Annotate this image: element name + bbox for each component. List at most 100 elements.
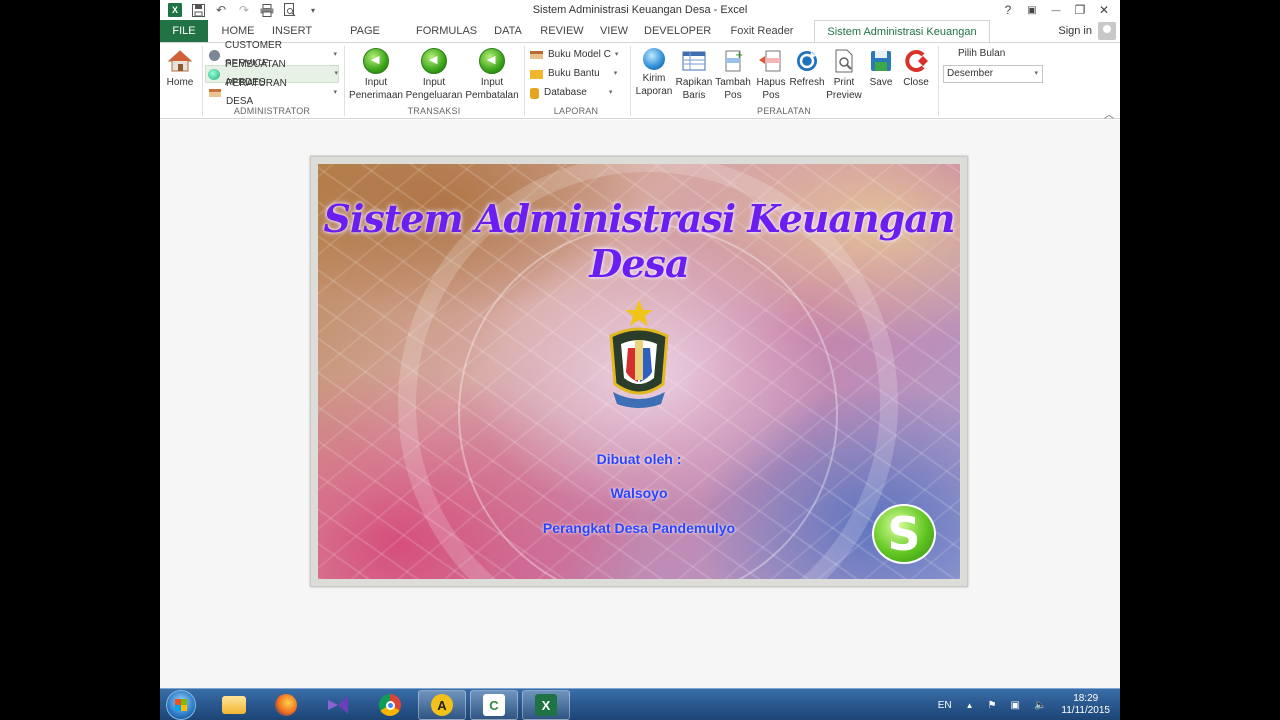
print-preview-button[interactable]: Print Preview <box>825 46 863 102</box>
taskbar-app-explorer[interactable] <box>210 690 258 720</box>
tab-sistem-administrasi-keuangan-desa[interactable]: Sistem Administrasi Keuangan Desa <box>814 20 990 60</box>
sign-in-link[interactable]: Sign in <box>1058 25 1092 37</box>
hapus-pos-line2: Pos <box>762 90 780 101</box>
hapus-pos-line1: Hapus <box>756 77 786 88</box>
restore-button[interactable]: ❐ <box>1068 2 1092 18</box>
buku-bantu-label: Buku Bantu <box>548 68 600 79</box>
language-indicator[interactable]: EN <box>938 700 952 711</box>
regional-emblem-icon <box>609 300 669 408</box>
kirim-laporan-button[interactable]: Kirim Laporan <box>634 46 674 98</box>
buku-model-c-button[interactable]: Buku Model C ▾ <box>530 46 624 64</box>
input-pengeluaran-button[interactable]: Input Pengeluaran <box>405 46 463 102</box>
group-separator <box>524 46 525 116</box>
start-button[interactable] <box>166 690 196 720</box>
taskbar-app-visual-studio[interactable] <box>314 690 362 720</box>
clock[interactable]: 18:29 11/11/2015 <box>1061 693 1110 717</box>
collapse-ribbon-icon[interactable]: ︿ <box>1104 106 1114 121</box>
splash-frame: Sistem Administrasi Keuangan Desa Dibuat… <box>310 156 968 587</box>
show-hidden-icons-icon[interactable]: ▲ <box>966 701 974 710</box>
refresh-label: Refresh <box>789 77 825 88</box>
close-label: Close <box>903 77 929 88</box>
input-pembatalan-line2: Pembatalan <box>465 90 519 101</box>
tab-data[interactable]: DATA <box>490 20 526 42</box>
taskbar-app-chrome[interactable] <box>366 690 414 720</box>
tab-foxit-reader-pdf[interactable]: Foxit Reader PDF <box>720 20 804 59</box>
ribbon-display-options-button[interactable]: ▣ <box>1020 2 1044 18</box>
rapikan-baris-line1: Rapikan <box>675 77 713 88</box>
save-button[interactable]: Save <box>865 46 897 89</box>
green-arrow-icon <box>479 48 505 74</box>
clock-time: 18:29 <box>1073 693 1099 704</box>
title-bar: X ↶ ↷ ▾ Sistem Administrasi Keuangan Des… <box>160 0 1120 20</box>
delete-row-icon <box>759 50 781 72</box>
chrome-icon <box>379 694 401 716</box>
taskbar-app-excel[interactable]: X <box>522 690 570 720</box>
group-label-transaksi: TRANSAKSI <box>407 106 461 116</box>
credit-author: Walsoyo <box>610 485 668 501</box>
tab-formulas[interactable]: FORMULAS <box>416 20 477 42</box>
input-pembatalan-button[interactable]: Input Pembatalan <box>464 46 520 102</box>
window-controls: ? ▣ — ❐ ✕ <box>996 2 1116 18</box>
volume-icon[interactable]: 🔈 <box>1034 700 1046 711</box>
taskbar-app-camtasia[interactable]: C <box>470 690 518 720</box>
database-label: Database <box>544 87 587 98</box>
group-label-administrator: ADMINISTRATOR <box>233 106 311 116</box>
database-icon <box>530 87 539 99</box>
tab-view[interactable]: VIEW <box>598 20 630 42</box>
tab-page-layout[interactable]: PAGE LAYOUT <box>328 20 402 59</box>
database-button[interactable]: Database ▾ <box>530 84 624 102</box>
green-arrow-icon <box>363 48 389 74</box>
group-label-laporan: LAPORAN <box>553 106 599 116</box>
tambah-pos-line2: Pos <box>724 90 742 101</box>
input-penerimaan-button[interactable]: Input Penerimaan <box>348 46 404 102</box>
close-button[interactable]: Close <box>899 46 933 89</box>
skype-icon[interactable]: S <box>872 504 936 564</box>
chevron-down-icon: ▾ <box>334 70 339 77</box>
splash-title: Sistem Administrasi Keuangan Desa <box>323 196 956 286</box>
folder-icon <box>222 696 246 714</box>
month-select[interactable]: Desember ▾ <box>943 65 1043 83</box>
taskbar-app-firefox[interactable] <box>262 690 310 720</box>
table-rows-icon <box>682 51 706 71</box>
minimize-button[interactable]: — <box>1044 2 1068 18</box>
green-arrow-icon <box>421 48 447 74</box>
user-avatar-icon[interactable] <box>1098 22 1116 40</box>
floppy-disk-icon <box>871 51 891 71</box>
splash-image[interactable]: Sistem Administrasi Keuangan Desa Dibuat… <box>318 164 960 579</box>
save-label: Save <box>869 77 893 88</box>
tab-review[interactable]: REVIEW <box>540 20 584 42</box>
firefox-icon <box>275 694 297 716</box>
input-penerimaan-line1: Input <box>364 77 388 88</box>
help-button[interactable]: ? <box>996 2 1020 18</box>
print-preview-icon <box>835 49 853 73</box>
chevron-down-icon: ▾ <box>333 89 337 96</box>
chevron-down-icon: ▾ <box>614 51 619 58</box>
tambah-pos-button[interactable]: + Tambah Pos <box>714 46 752 102</box>
input-pengeluaran-line1: Input <box>422 77 446 88</box>
peraturan-desa-button[interactable]: PERATURAN DESA ▾ <box>207 78 337 107</box>
taskbar-app-a[interactable]: A <box>418 690 466 720</box>
month-label: Pilih Bulan <box>958 48 1006 59</box>
app-a-icon: A <box>431 694 453 716</box>
network-icon[interactable]: ▣ <box>1011 700 1020 711</box>
home-button[interactable]: Home <box>164 46 196 89</box>
refresh-button[interactable]: Refresh <box>789 46 825 89</box>
windows-taskbar: A C X EN ▲ ⚑ ▣ 🔈 18:29 11/11/2015 <box>160 688 1120 720</box>
group-label-peralatan: PERALATAN <box>757 106 811 116</box>
buku-bantu-button[interactable]: Buku Bantu ▾ <box>530 65 624 83</box>
group-separator <box>938 46 939 116</box>
tab-file[interactable]: FILE <box>160 20 208 42</box>
exit-icon <box>905 50 928 72</box>
credit-label: Dibuat oleh : <box>596 451 682 467</box>
visual-studio-icon <box>328 696 348 714</box>
action-center-flag-icon[interactable]: ⚑ <box>988 700 997 711</box>
rapikan-baris-button[interactable]: Rapikan Baris <box>674 46 714 102</box>
hapus-pos-button[interactable]: Hapus Pos <box>753 46 789 102</box>
globe-send-icon <box>643 48 665 70</box>
group-separator <box>344 46 345 116</box>
chevron-down-icon: ▾ <box>608 89 613 96</box>
tab-developer[interactable]: DEVELOPER <box>644 20 711 42</box>
book-icon <box>530 51 543 59</box>
worksheet-area: Sistem Administrasi Keuangan Desa Dibuat… <box>160 120 1120 688</box>
close-window-button[interactable]: ✕ <box>1092 2 1116 18</box>
